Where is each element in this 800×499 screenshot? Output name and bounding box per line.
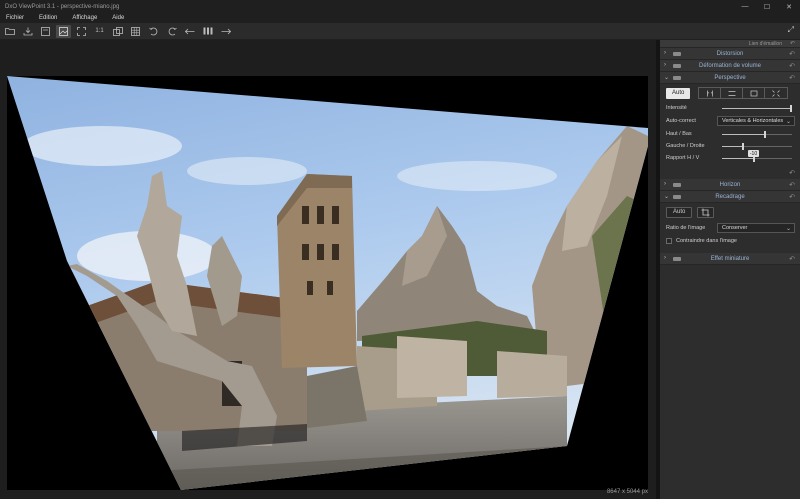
intensity-row: Intensité [660,102,800,114]
ratio-select[interactable]: Conserver ⌄ [717,223,795,233]
prev-icon[interactable] [182,25,197,38]
image-viewer: 8647 x 5044 px [0,40,656,499]
chevron-down-icon: ⌄ [785,119,791,125]
reset-icon[interactable]: ↶ [789,193,795,201]
auto-correct-label: Auto-correct [666,118,696,124]
folder-icon[interactable] [2,25,17,38]
horizontal-lines-icon[interactable] [721,88,744,98]
gauche-droite-label: Gauche / Droite [666,143,705,149]
haut-bas-row: Haut / Bas [660,128,800,140]
auto-correct-select[interactable]: Verticales & Horizontales ⌄ [717,116,795,126]
image-dimensions: 8647 x 5044 px [606,489,648,495]
export-icon[interactable] [20,25,35,38]
rapport-row: Rapport H / V -10 [660,150,800,164]
auto-correct-row: Auto-correct Verticales & Horizontales ⌄ [660,114,800,128]
chevron-right-icon[interactable]: › [664,62,666,68]
rapport-label: Rapport H / V [666,155,700,161]
perspective-body: Auto Intensité Auto-correct Verticales &… [660,84,800,179]
chevron-down-icon: ⌄ [785,226,791,232]
correction-panel: Lien d'émaillon ↶ › Distorsion ↶ › Défor… [660,40,800,499]
menu-fichier[interactable]: Fichier [4,15,24,21]
section-volume[interactable]: › Déformation de volume ↶ [660,60,800,72]
ratio-row: Ratio de l'image Conserver ⌄ [660,221,800,235]
intensity-knob[interactable] [790,105,792,112]
perspective-auto-button[interactable]: Auto [666,87,691,99]
section-miniature[interactable]: › Effet miniature ↶ [660,253,800,265]
menu-bar: Fichier Edition Affichage Aide [0,13,800,23]
menu-affichage[interactable]: Affichage [70,15,97,21]
reset-icon[interactable]: ↶ [789,62,795,70]
vertical-lines-icon[interactable] [699,88,722,98]
eight-points-icon[interactable] [765,88,787,98]
perspective-photo [7,76,648,490]
reset-icon[interactable]: ↶ [790,40,795,47]
toggle-recadrage[interactable] [673,195,681,199]
image-canvas[interactable] [7,76,648,490]
reset-icon[interactable]: ↶ [789,50,795,58]
chevron-down-icon[interactable]: ⌄ [664,193,669,200]
haut-bas-knob[interactable] [764,131,766,138]
section-distorsion[interactable]: › Distorsion ↶ [660,48,800,60]
reset-icon[interactable]: ↶ [789,255,795,263]
maximize-button[interactable]: ☐ [756,0,778,13]
toggle-miniature[interactable] [673,257,681,261]
intensity-slider[interactable] [722,105,792,112]
toggle-distorsion[interactable] [673,52,681,56]
rapport-tooltip: -10 [748,150,759,157]
rapport-slider[interactable]: -10 [722,150,792,162]
toggle-perspective[interactable] [673,76,681,80]
recadrage-auto-button[interactable]: Auto [666,206,693,218]
window-title: DxO ViewPoint 3.1 - perspective-miano.jp… [5,3,120,10]
redo-icon[interactable] [164,25,179,38]
reset-icon[interactable]: ↶ [789,181,795,189]
filmstrip-icon[interactable] [200,25,215,38]
rectangle-icon[interactable] [743,88,766,98]
reset-icon[interactable]: ↶ [789,74,795,82]
gauche-droite-knob[interactable] [742,143,744,150]
haut-bas-label: Haut / Bas [666,131,692,137]
single-view-icon[interactable] [38,25,53,38]
chevron-right-icon[interactable]: › [664,181,666,187]
reset-icon[interactable]: ↶ [789,169,795,177]
gauche-droite-row: Gauche / Droite [660,140,800,152]
title-bar: DxO ViewPoint 3.1 - perspective-miano.jp… [0,0,800,13]
gauche-droite-slider[interactable] [722,143,792,150]
chevron-right-icon[interactable]: › [664,50,666,56]
close-button[interactable]: ✕ [778,0,800,13]
section-perspective[interactable]: ⌄ Perspective ↶ [660,72,800,84]
grid-icon[interactable] [128,25,143,38]
constrain-checkbox[interactable] [666,238,672,244]
perspective-mode-group [698,87,789,99]
recadrage-body: Auto Ratio de l'image Conserver ⌄ Contra… [660,203,800,253]
minimize-button[interactable]: — [734,0,756,13]
menu-edition[interactable]: Edition [37,15,57,21]
crop-tool-button[interactable] [697,206,715,218]
chevron-right-icon[interactable]: › [664,255,666,261]
constrain-row: Contraindre dans l'image [660,235,800,247]
crop-icon [701,208,710,216]
fullscreen-icon[interactable]: ⤢ [788,25,794,35]
next-icon[interactable] [218,25,233,38]
section-recadrage[interactable]: ⌄ Recadrage ↶ [660,191,800,203]
compare-icon[interactable] [110,25,125,38]
section-horizon[interactable]: › Horizon ↶ [660,179,800,191]
undo-icon[interactable] [146,25,161,38]
chevron-down-icon[interactable]: ⌄ [664,74,669,81]
fit-icon[interactable] [74,25,89,38]
ratio-label: Ratio de l'image [666,225,706,231]
intensity-label: Intensité [666,105,687,111]
toolbar: 1:1 ⤢ [0,23,800,40]
haut-bas-slider[interactable] [722,131,792,138]
menu-aide[interactable]: Aide [110,15,124,21]
panel-top-strip: Lien d'émaillon ↶ [660,40,800,48]
window-controls: — ☐ ✕ [734,0,800,13]
toggle-volume[interactable] [673,64,681,68]
image-view-icon[interactable] [56,24,71,38]
one-to-one-icon[interactable]: 1:1 [92,25,107,38]
constrain-label: Contraindre dans l'image [676,238,737,244]
toggle-horizon[interactable] [673,183,681,187]
